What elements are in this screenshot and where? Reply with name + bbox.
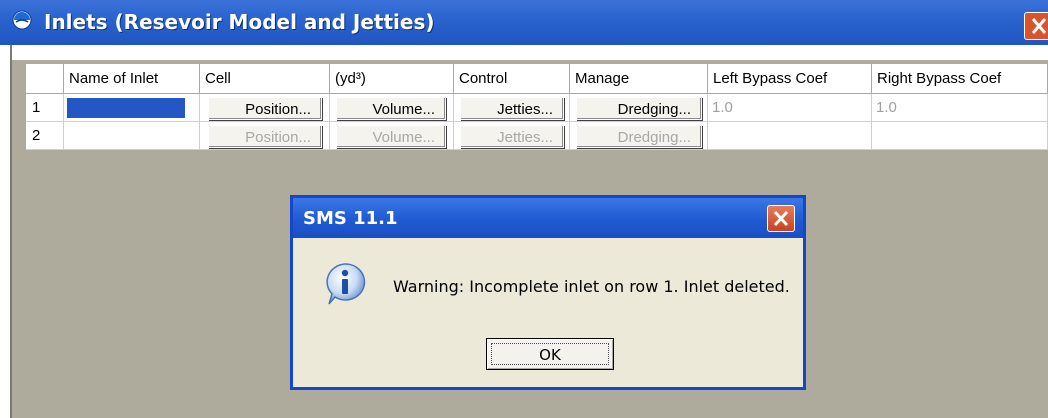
control-column-cell: Jetties... (454, 122, 570, 150)
dialog-titlebar[interactable]: SMS 11.1 (293, 198, 803, 238)
dredging-button: Dredging... (576, 125, 702, 148)
column-header-right-bypass[interactable]: Right Bypass Coef (872, 64, 1048, 94)
manage-column-cell: Dredging... (570, 122, 708, 150)
right-bypass-cell[interactable] (872, 122, 1048, 150)
grid-top-margin (12, 45, 1048, 60)
close-icon (773, 210, 789, 227)
inlet-name-input[interactable] (67, 98, 185, 118)
dialog-title: SMS 11.1 (303, 208, 398, 229)
info-icon (326, 263, 366, 305)
warning-dialog: SMS 11.1 Warning: Incomplete inlet on ro… (290, 195, 806, 390)
column-header-manage[interactable]: Manage (570, 64, 708, 94)
left-bypass-cell[interactable] (708, 122, 872, 150)
volume-column-cell: Volume... (330, 122, 454, 150)
row-header[interactable]: 1 (26, 94, 64, 122)
manage-column-cell: Dredging... (570, 94, 708, 122)
column-header-left-bypass[interactable]: Left Bypass Coef (708, 64, 872, 94)
left-bypass-cell[interactable]: 1.0 (708, 94, 872, 122)
cell-column-cell: Position... (200, 94, 330, 122)
right-bypass-cell[interactable]: 1.0 (872, 94, 1048, 122)
ok-button[interactable]: OK (486, 338, 614, 370)
position-button: Position... (208, 125, 322, 148)
inlets-window: Inlets (Resevoir Model and Jetties) Name… (0, 0, 1048, 418)
cell-column-cell: Position... (200, 122, 330, 150)
inlet-name-cell[interactable] (64, 94, 200, 122)
table-row: 2 Position... Volume... Jetties... Dredg… (26, 122, 1048, 150)
grid-corner (26, 64, 64, 94)
window-titlebar[interactable]: Inlets (Resevoir Model and Jetties) (0, 0, 1048, 45)
jetties-button[interactable]: Jetties... (460, 97, 564, 120)
dialog-close-button[interactable] (767, 205, 795, 232)
volume-column-cell: Volume... (330, 94, 454, 122)
dredging-button[interactable]: Dredging... (576, 97, 702, 120)
column-header-cell[interactable]: Cell (200, 64, 330, 94)
column-header-name[interactable]: Name of Inlet (64, 64, 200, 94)
volume-button[interactable]: Volume... (336, 97, 446, 120)
control-column-cell: Jetties... (454, 94, 570, 122)
jetties-button: Jetties... (460, 125, 564, 148)
table-row: 1 Position... Volume... Jetties... Dredg… (26, 94, 1048, 122)
position-button[interactable]: Position... (208, 97, 322, 120)
column-header-control[interactable]: Control (454, 64, 570, 94)
window-frame (0, 45, 10, 418)
inlet-name-cell[interactable] (64, 122, 200, 150)
column-header-volume[interactable]: (yd³) (330, 64, 454, 94)
window-close-button[interactable] (1024, 12, 1048, 40)
volume-button: Volume... (336, 125, 446, 148)
focus-ring (491, 343, 609, 365)
globe-icon (12, 10, 32, 30)
close-icon (1031, 18, 1047, 34)
dialog-message: Warning: Incomplete inlet on row 1. Inle… (393, 277, 790, 296)
row-header[interactable]: 2 (26, 122, 64, 150)
window-title: Inlets (Resevoir Model and Jetties) (44, 10, 435, 34)
